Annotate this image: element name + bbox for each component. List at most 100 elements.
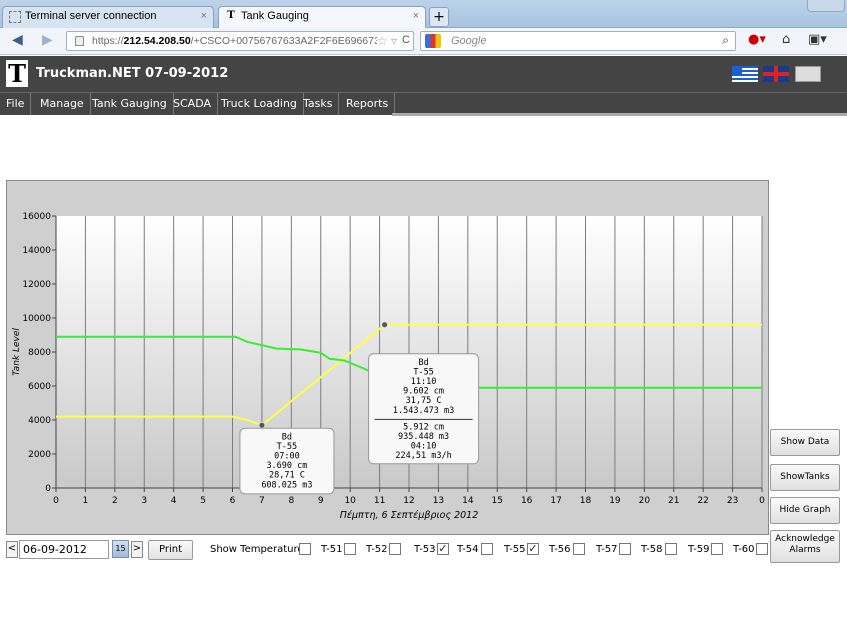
greek-flag-icon[interactable] bbox=[732, 66, 758, 82]
tank-checkbox-t52[interactable] bbox=[389, 543, 401, 555]
main-menu: File Manage Tank Gauging SCADA Truck Loa… bbox=[0, 92, 847, 115]
tank-checkbox-t58[interactable] bbox=[665, 543, 677, 555]
y-tick-label: 0 bbox=[45, 484, 51, 494]
search-box[interactable]: Google ⌕ bbox=[420, 31, 736, 51]
uk-flag-icon[interactable] bbox=[763, 66, 789, 82]
address-bar[interactable]: https://212.54.208.50/+CSCO+00756767633A… bbox=[66, 31, 414, 51]
tank-label-t51: T-51 bbox=[321, 544, 343, 555]
x-tick-label: 17 bbox=[550, 496, 561, 506]
truckman-icon: T bbox=[227, 10, 235, 21]
tank-label-t58: T-58 bbox=[641, 544, 663, 555]
x-tick-label: 8 bbox=[288, 496, 294, 506]
y-tick-label: 8000 bbox=[28, 348, 51, 358]
page-icon bbox=[9, 11, 21, 23]
close-icon[interactable]: × bbox=[201, 10, 207, 22]
x-tick-label: 2 bbox=[112, 496, 118, 506]
show-data-button[interactable]: Show Data bbox=[770, 429, 840, 456]
x-tick-label: 12 bbox=[403, 496, 414, 506]
acknowledge-alarms-button[interactable]: Acknowledge Alarms bbox=[770, 530, 840, 563]
prev-day-button[interactable]: < bbox=[6, 541, 18, 558]
tooltip-text: 608.025 m3 bbox=[261, 480, 312, 490]
date-input[interactable]: 06-09-2012 bbox=[19, 540, 109, 559]
refresh-icon[interactable]: C bbox=[402, 34, 410, 46]
tank-checkbox-t57[interactable] bbox=[619, 543, 631, 555]
keyboard-icon[interactable] bbox=[795, 66, 821, 82]
menu-item-tank-gauging[interactable]: Tank Gauging bbox=[86, 93, 174, 115]
y-tick-label: 14000 bbox=[22, 246, 51, 256]
x-tick-label: 22 bbox=[697, 496, 708, 506]
search-icon[interactable]: ⌕ bbox=[722, 33, 729, 48]
menu-item-manage[interactable]: Manage bbox=[34, 93, 91, 115]
tank-label-t60: T-60 bbox=[733, 544, 755, 555]
x-tick-label: 19 bbox=[609, 496, 621, 506]
window-control[interactable] bbox=[807, 0, 845, 12]
y-tick-label: 10000 bbox=[22, 314, 51, 324]
tank-checkbox-t51[interactable] bbox=[344, 543, 356, 555]
x-tick-label: 18 bbox=[580, 496, 592, 506]
back-arrow-icon[interactable]: ◀ bbox=[12, 32, 23, 48]
tab-tank-gauging[interactable]: T Tank Gauging × bbox=[218, 6, 426, 28]
tooltip-text: 1.543.473 m3 bbox=[393, 406, 454, 416]
show-tanks-button[interactable]: ShowTanks bbox=[770, 464, 840, 491]
tooltip-text: 11:10 bbox=[411, 377, 437, 387]
tank-checkbox-t60[interactable] bbox=[756, 543, 768, 555]
x-tick-label: 21 bbox=[668, 496, 679, 506]
y-tick-label: 16000 bbox=[22, 212, 51, 222]
hide-graph-button[interactable]: Hide Graph bbox=[770, 497, 840, 524]
menu-item-file[interactable]: File bbox=[0, 93, 32, 115]
truckman-logo: T bbox=[6, 60, 28, 87]
tank-label-t57: T-57 bbox=[596, 544, 618, 555]
forward-arrow-icon[interactable]: ▶ bbox=[42, 32, 53, 48]
next-day-button[interactable]: > bbox=[131, 541, 143, 558]
y-tick-label: 4000 bbox=[28, 416, 51, 426]
show-temperature-checkbox[interactable] bbox=[299, 543, 311, 555]
y-tick-label: 12000 bbox=[22, 280, 51, 290]
x-tick-label: 3 bbox=[141, 496, 147, 506]
tooltip-text: Bd bbox=[282, 432, 292, 442]
calendar-icon[interactable]: 15 bbox=[112, 540, 129, 558]
tank-label-t59: T-59 bbox=[688, 544, 710, 555]
menu-item-reports[interactable]: Reports bbox=[340, 93, 396, 115]
tooltip-text: 9.602 cm bbox=[403, 387, 444, 397]
menu-icon[interactable]: ▣▾ bbox=[808, 32, 827, 47]
tab-label: Terminal server connection bbox=[25, 10, 157, 22]
x-tick-label: 23 bbox=[727, 496, 738, 506]
tank-label-t54: T-54 bbox=[457, 544, 479, 555]
tank-label-t56: T-56 bbox=[549, 544, 571, 555]
tank-checkbox-t55[interactable]: ✓ bbox=[527, 543, 539, 555]
tank-checkbox-t53[interactable]: ✓ bbox=[437, 543, 449, 555]
star-icon[interactable]: ☆ ▿ bbox=[376, 34, 397, 48]
tank-checkbox-t54[interactable] bbox=[481, 543, 493, 555]
menu-item-tasks[interactable]: Tasks bbox=[297, 93, 340, 115]
url-prefix: https:// bbox=[92, 35, 124, 47]
print-button[interactable]: Print bbox=[148, 540, 193, 560]
menu-item-scada[interactable]: SCADA bbox=[167, 93, 218, 115]
x-tick-label: 15 bbox=[492, 496, 503, 506]
lock-icon bbox=[75, 36, 84, 46]
show-temperature-label: Show Temperature bbox=[210, 544, 304, 555]
tank-checkbox-t59[interactable] bbox=[711, 543, 723, 555]
data-point-marker bbox=[258, 421, 266, 429]
tooltip-text: 224,51 m3/h bbox=[395, 451, 451, 461]
menu-item-truck-loading[interactable]: Truck Loading bbox=[215, 93, 304, 115]
close-icon[interactable]: × bbox=[413, 10, 419, 22]
tooltip-text: 5.912 cm bbox=[403, 422, 444, 432]
data-point-marker bbox=[381, 321, 389, 329]
tank-level-chart: 0 1 2 3 4 5 6 7 8 9 10 11 12 13 14 15 16 17 18 19 20 21 22 23 00… bbox=[12, 212, 765, 521]
home-icon[interactable]: ⌂ bbox=[782, 32, 790, 47]
x-tick-label: 16 bbox=[521, 496, 533, 506]
tank-checkbox-t56[interactable] bbox=[573, 543, 585, 555]
x-tick-label: 1 bbox=[83, 496, 89, 506]
app-header: T Truckman.NET 07-09-2012 bbox=[0, 56, 847, 92]
tab-label: Tank Gauging bbox=[241, 10, 309, 22]
new-tab-button[interactable]: + bbox=[429, 7, 449, 27]
url-rest: /+CSCO+00756767633A2F2F6E69667334 bbox=[190, 35, 392, 47]
x-tick-label: 11 bbox=[374, 496, 385, 506]
x-tick-label: 14 bbox=[462, 496, 474, 506]
tab-terminal-server[interactable]: Terminal server connection × bbox=[2, 6, 214, 28]
x-tick-label: 20 bbox=[639, 496, 651, 506]
adblock-icon[interactable]: ●▾ bbox=[748, 32, 766, 47]
tank-label-t55: T-55 bbox=[504, 544, 526, 555]
x-tick-label: 6 bbox=[230, 496, 236, 506]
x-tick-label: 0 bbox=[759, 496, 765, 506]
